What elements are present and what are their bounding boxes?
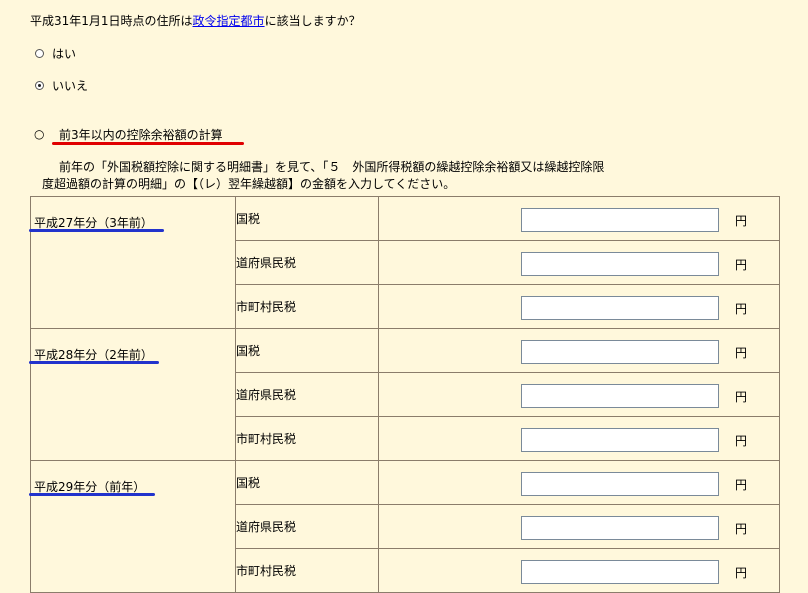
table-row: 平成27年分（3年前） 国税 円 [29, 196, 780, 329]
amount-input-h28-municipal[interactable] [521, 428, 719, 452]
amount-cell: 円 [378, 284, 780, 329]
amount-cell: 円 [378, 240, 780, 285]
option-yes[interactable]: はい [35, 45, 76, 62]
question-suffix: に該当しますか？ [264, 14, 361, 28]
calc-description-line1: 前年の「外国税額控除に関する明細書」を見て、「５ 外国所得税額の繰越控除余裕額又… [59, 160, 605, 174]
amount-cell: 円 [378, 416, 780, 461]
radio-yes[interactable] [35, 49, 44, 58]
amount-input-h27-national[interactable] [521, 208, 719, 232]
yen-unit: 円 [735, 434, 748, 448]
year-cell-h29: 平成29年分（前年） [29, 460, 236, 593]
option-yes-label: はい [52, 47, 77, 61]
table-row: 平成29年分（前年） 国税 円 [29, 460, 780, 593]
amount-cell: 円 [378, 548, 780, 593]
year-cell-h28: 平成28年分（2年前） [29, 328, 236, 461]
amount-cell: 円 [378, 372, 780, 417]
year-h28-blue-underline [29, 361, 159, 364]
yen-unit: 円 [735, 522, 748, 536]
yen-unit: 円 [735, 478, 748, 492]
amount-input-h28-prefectural[interactable] [521, 384, 719, 408]
amount-input-h28-national[interactable] [521, 340, 719, 364]
calc-description-line2: 度超過額の計算の明細」の【（レ）翌年繰越額】の金額を入力してください。 [42, 177, 456, 191]
yen-unit: 円 [735, 566, 748, 580]
amount-cell: 円 [378, 328, 780, 373]
amount-input-h29-prefectural[interactable] [521, 516, 719, 540]
year-h27-blue-underline [29, 229, 164, 232]
tax-label-h28-national: 国税 [235, 328, 379, 373]
calc-title-red-underline [52, 142, 244, 145]
tax-label-h29-national: 国税 [235, 460, 379, 505]
residence-question: 平成31年1月1日時点の住所は政令指定都市に該当しますか？ [30, 12, 361, 29]
calc-section-title: 前3年以内の控除余裕額の計算 [59, 128, 223, 142]
amount-cell: 円 [378, 460, 780, 505]
carryover-table: 平成27年分（3年前） 国税 円 道府県民税 円 市町村民税 円 平成28年分（… [29, 196, 780, 593]
yen-unit: 円 [735, 258, 748, 272]
amount-input-h27-municipal[interactable] [521, 296, 719, 320]
tax-label-h27-municipal: 市町村民税 [235, 284, 379, 329]
yen-unit: 円 [735, 302, 748, 316]
tax-label-h28-municipal: 市町村民税 [235, 416, 379, 461]
yen-unit: 円 [735, 390, 748, 404]
option-no[interactable]: いいえ [35, 77, 88, 94]
amount-cell: 円 [378, 196, 780, 241]
amount-cell: 円 [378, 504, 780, 549]
table-row: 平成28年分（2年前） 国税 円 [29, 328, 780, 461]
year-cell-h27: 平成27年分（3年前） [29, 196, 236, 329]
tax-label-h27-prefectural: 道府県民税 [235, 240, 379, 285]
designated-city-link[interactable]: 政令指定都市 [193, 14, 265, 28]
tax-label-h28-prefectural: 道府県民税 [235, 372, 379, 417]
calc-section-circle-icon: ○ [34, 127, 45, 141]
yen-unit: 円 [735, 346, 748, 360]
radio-no[interactable] [35, 81, 44, 90]
year-h29-blue-underline [29, 493, 155, 496]
option-no-label: いいえ [52, 79, 89, 93]
amount-input-h29-municipal[interactable] [521, 560, 719, 584]
yen-unit: 円 [735, 214, 748, 228]
question-prefix: 平成31年1月1日時点の住所は [30, 14, 193, 28]
amount-input-h27-prefectural[interactable] [521, 252, 719, 276]
tax-label-h27-national: 国税 [235, 196, 379, 241]
tax-label-h29-municipal: 市町村民税 [235, 548, 379, 593]
amount-input-h29-national[interactable] [521, 472, 719, 496]
tax-label-h29-prefectural: 道府県民税 [235, 504, 379, 549]
